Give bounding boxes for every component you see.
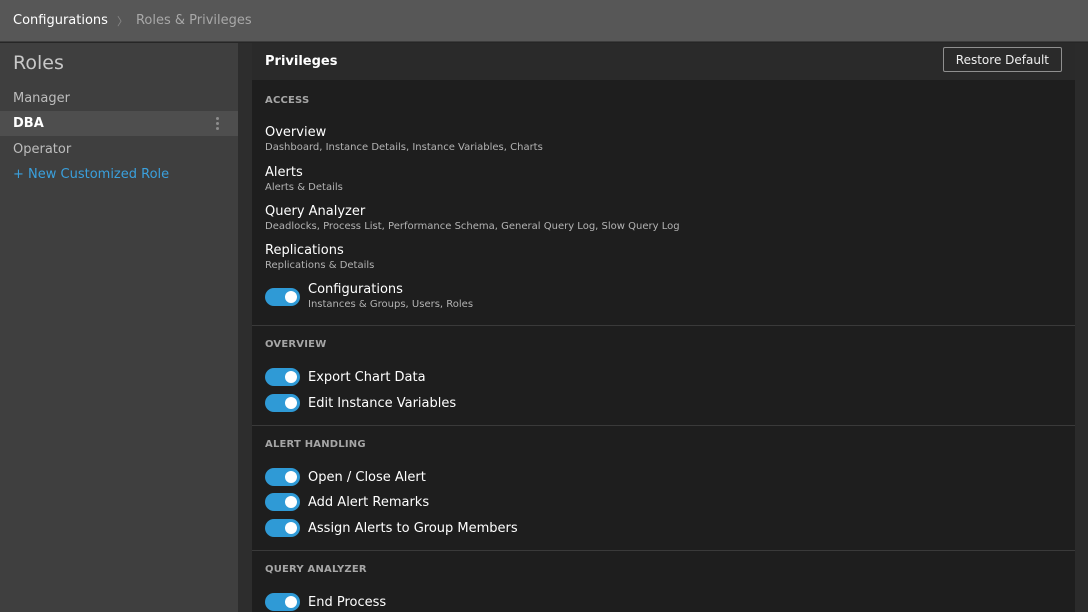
- privileges-title: Privileges: [265, 54, 338, 69]
- privilege-title: Overview: [265, 125, 327, 140]
- toggle-row-open-close-alert: Open / Close Alert: [265, 468, 426, 486]
- chevron-right-icon: 〉: [116, 14, 128, 28]
- roles-sidebar: Roles Manager DBA Operator + New Customi…: [0, 43, 238, 612]
- export-chart-data-toggle[interactable]: [265, 368, 300, 386]
- toggle-label: Edit Instance Variables: [308, 395, 457, 411]
- privilege-query-analyzer: Query Analyzer Deadlocks, Process List, …: [265, 204, 680, 233]
- add-alert-remarks-toggle[interactable]: [265, 493, 300, 511]
- section-label-overview: OVERVIEW: [265, 339, 327, 350]
- privilege-subtitle: Deadlocks, Process List, Performance Sch…: [265, 221, 680, 232]
- section-label-alert-handling: ALERT HANDLING: [265, 439, 366, 450]
- toggle-label: Assign Alerts to Group Members: [308, 520, 518, 536]
- toggle-label: Open / Close Alert: [308, 469, 426, 485]
- end-process-toggle[interactable]: [265, 593, 300, 611]
- section-label-query-analyzer: QUERY ANALYZER: [265, 564, 367, 575]
- scrollbar-track[interactable]: [1075, 43, 1088, 612]
- role-label: Operator: [13, 142, 72, 157]
- privilege-overview: Overview Dashboard, Instance Details, In…: [265, 125, 543, 154]
- privilege-title: Replications: [265, 243, 344, 258]
- privilege-replications: Replications Replications & Details: [265, 243, 374, 272]
- breadcrumb: Configurations 〉 Roles & Privileges: [0, 0, 1088, 42]
- privileges-header: Privileges Restore Default: [252, 43, 1075, 80]
- edit-instance-variables-toggle[interactable]: [265, 394, 300, 412]
- toggle-row-export-chart-data: Export Chart Data: [265, 368, 426, 386]
- more-vertical-icon[interactable]: [216, 117, 219, 130]
- privilege-subtitle: Replications & Details: [265, 260, 375, 271]
- toggle-label: End Process: [308, 594, 387, 610]
- breadcrumb-configurations[interactable]: Configurations: [13, 13, 108, 28]
- breadcrumb-current: Roles & Privileges: [135, 13, 252, 28]
- toggle-label: Add Alert Remarks: [308, 494, 430, 510]
- privilege-alerts: Alerts Alerts & Details: [265, 165, 343, 194]
- new-role-label: + New Customized Role: [13, 167, 170, 182]
- new-customized-role-link[interactable]: + New Customized Role: [0, 162, 238, 187]
- assign-alerts-toggle[interactable]: [265, 519, 300, 537]
- privilege-configurations: Configurations Instances & Groups, Users…: [265, 282, 473, 311]
- role-item-manager[interactable]: Manager: [0, 86, 238, 111]
- privilege-subtitle: Instances & Groups, Users, Roles: [308, 299, 474, 310]
- role-item-operator[interactable]: Operator: [0, 137, 238, 162]
- section-divider: [252, 550, 1075, 551]
- section-divider: [252, 325, 1075, 326]
- configurations-toggle[interactable]: [265, 288, 300, 306]
- toggle-row-add-alert-remarks: Add Alert Remarks: [265, 493, 429, 511]
- role-item-dba[interactable]: DBA: [0, 111, 238, 136]
- privileges-panel: Privileges Restore Default ACCESS Overvi…: [252, 43, 1075, 612]
- section-divider: [252, 425, 1075, 426]
- privilege-subtitle: Alerts & Details: [265, 182, 343, 193]
- toggle-label: Export Chart Data: [308, 369, 426, 385]
- toggle-row-edit-instance-variables: Edit Instance Variables: [265, 394, 456, 412]
- panel-divider: [238, 43, 252, 612]
- privilege-title: Alerts: [265, 165, 303, 180]
- role-label: Manager: [13, 91, 70, 106]
- toggle-row-assign-alerts: Assign Alerts to Group Members: [265, 519, 518, 537]
- privilege-title: Configurations: [308, 282, 403, 297]
- role-label: DBA: [13, 116, 44, 131]
- open-close-alert-toggle[interactable]: [265, 468, 300, 486]
- privilege-title: Query Analyzer: [265, 204, 366, 219]
- roles-title: Roles: [13, 52, 64, 74]
- section-label-access: ACCESS: [265, 95, 310, 106]
- privilege-subtitle: Dashboard, Instance Details, Instance Va…: [265, 142, 543, 153]
- restore-default-button[interactable]: Restore Default: [942, 47, 1062, 72]
- toggle-row-end-process: End Process: [265, 593, 386, 611]
